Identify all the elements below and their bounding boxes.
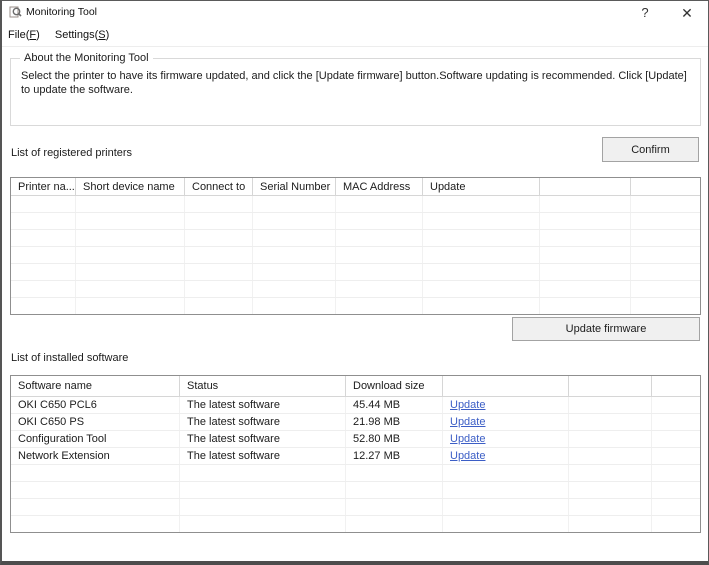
menu-file-label: File( bbox=[8, 29, 29, 41]
menu-file-label-post: ) bbox=[36, 29, 40, 41]
close-icon[interactable]: ✕ bbox=[676, 3, 698, 23]
software-action-cell: Update bbox=[443, 431, 569, 447]
table-row bbox=[11, 499, 700, 516]
table-row bbox=[11, 516, 700, 532]
confirm-button[interactable]: Confirm bbox=[602, 137, 699, 162]
software-size: 12.27 MB bbox=[346, 448, 443, 464]
printers-col-mac-address[interactable]: MAC Address bbox=[336, 178, 423, 195]
software-action-cell: Update bbox=[443, 448, 569, 464]
registered-printers-table[interactable]: Printer na... Short device name Connect … bbox=[10, 177, 701, 315]
about-groupbox: About the Monitoring Tool Select the pri… bbox=[10, 58, 701, 126]
printers-col-empty-1 bbox=[540, 178, 631, 195]
software-action-cell: Update bbox=[443, 414, 569, 430]
update-link[interactable]: Update bbox=[450, 433, 485, 445]
software-table-header: Software name Status Download size bbox=[11, 376, 700, 397]
software-col-empty-3 bbox=[652, 376, 700, 396]
title-bar: Monitoring Tool ? ✕ bbox=[2, 1, 708, 25]
printers-col-printer-name[interactable]: Printer na... bbox=[11, 178, 76, 195]
software-size: 21.98 MB bbox=[346, 414, 443, 430]
software-size: 52.80 MB bbox=[346, 431, 443, 447]
about-text: Select the printer to have its firmware … bbox=[11, 59, 700, 97]
update-link[interactable]: Update bbox=[450, 416, 485, 428]
table-row[interactable] bbox=[11, 196, 700, 213]
table-row bbox=[11, 465, 700, 482]
software-status: The latest software bbox=[180, 431, 346, 447]
software-name: Network Extension bbox=[11, 448, 180, 464]
software-col-empty-2 bbox=[569, 376, 652, 396]
installed-software-label: List of installed software bbox=[11, 352, 128, 364]
table-row[interactable] bbox=[11, 298, 700, 314]
table-row[interactable] bbox=[11, 247, 700, 264]
software-name: OKI C650 PS bbox=[11, 414, 180, 430]
table-row: OKI C650 PCL6 The latest software 45.44 … bbox=[11, 397, 700, 414]
software-col-status[interactable]: Status bbox=[180, 376, 346, 396]
magnifier-app-icon bbox=[9, 6, 22, 19]
update-link[interactable]: Update bbox=[450, 399, 485, 411]
software-col-download-size[interactable]: Download size bbox=[346, 376, 443, 396]
table-row: Network Extension The latest software 12… bbox=[11, 448, 700, 465]
table-row: Configuration Tool The latest software 5… bbox=[11, 431, 700, 448]
software-col-name[interactable]: Software name bbox=[11, 376, 180, 396]
table-row[interactable] bbox=[11, 264, 700, 281]
registered-printers-label: List of registered printers bbox=[11, 147, 132, 159]
update-firmware-button[interactable]: Update firmware bbox=[512, 317, 700, 341]
software-size: 45.44 MB bbox=[346, 397, 443, 413]
help-button[interactable]: ? bbox=[634, 3, 656, 23]
printers-col-update[interactable]: Update bbox=[423, 178, 540, 195]
update-link[interactable]: Update bbox=[450, 450, 485, 462]
software-action-cell: Update bbox=[443, 397, 569, 413]
table-row bbox=[11, 482, 700, 499]
menu-settings[interactable]: Settings(S) bbox=[49, 26, 115, 41]
menu-settings-accel: S bbox=[98, 29, 105, 41]
software-name: Configuration Tool bbox=[11, 431, 180, 447]
printers-col-serial-number[interactable]: Serial Number bbox=[253, 178, 336, 195]
about-legend: About the Monitoring Tool bbox=[20, 52, 153, 64]
software-col-empty-1 bbox=[443, 376, 569, 396]
software-status: The latest software bbox=[180, 397, 346, 413]
monitoring-tool-window: Monitoring Tool ? ✕ File(F) Settings(S) … bbox=[0, 0, 709, 565]
table-row[interactable] bbox=[11, 213, 700, 230]
table-row: OKI C650 PS The latest software 21.98 MB… bbox=[11, 414, 700, 431]
table-row[interactable] bbox=[11, 281, 700, 298]
printers-col-short-device-name[interactable]: Short device name bbox=[76, 178, 185, 195]
table-row[interactable] bbox=[11, 230, 700, 247]
window-title: Monitoring Tool bbox=[26, 6, 97, 18]
menu-bar: File(F) Settings(S) bbox=[2, 26, 708, 47]
installed-software-table[interactable]: Software name Status Download size OKI C… bbox=[10, 375, 701, 533]
printers-col-empty-2 bbox=[631, 178, 700, 195]
printers-table-header: Printer na... Short device name Connect … bbox=[11, 178, 700, 196]
software-name: OKI C650 PCL6 bbox=[11, 397, 180, 413]
software-status: The latest software bbox=[180, 414, 346, 430]
menu-settings-label-post: ) bbox=[106, 29, 110, 41]
menu-settings-label: Settings( bbox=[55, 29, 98, 41]
menu-file[interactable]: File(F) bbox=[2, 26, 46, 41]
software-status: The latest software bbox=[180, 448, 346, 464]
printers-col-connect-to[interactable]: Connect to bbox=[185, 178, 253, 195]
